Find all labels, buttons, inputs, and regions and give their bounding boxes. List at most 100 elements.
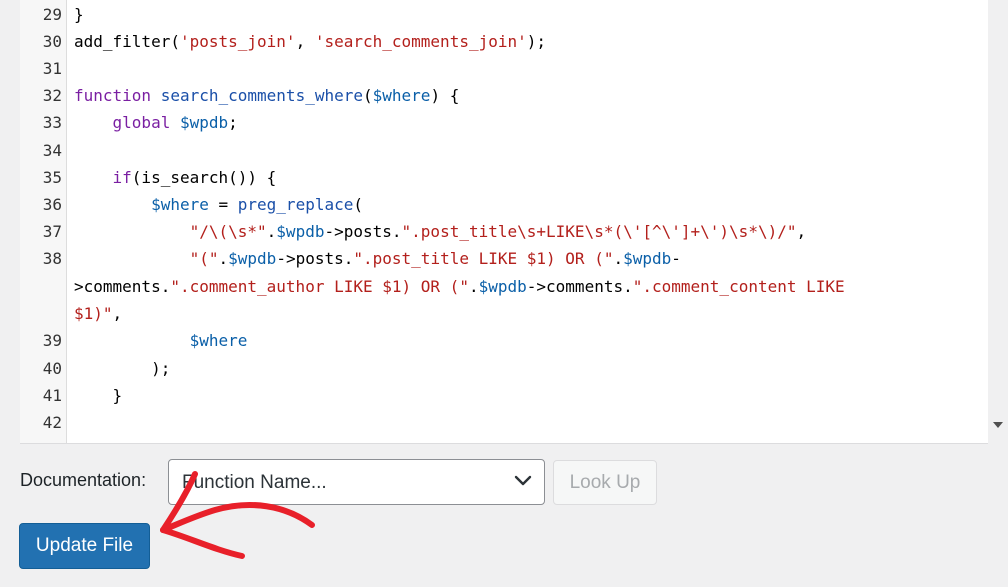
code-text: $where bbox=[74, 328, 248, 354]
code-token: if bbox=[112, 168, 132, 187]
line-number: 38 bbox=[42, 249, 62, 268]
code-line: 29} bbox=[20, 2, 988, 28]
code-token: ( bbox=[363, 86, 373, 105]
code-token: ->comments. bbox=[526, 277, 633, 296]
code-token: $wpdb bbox=[228, 249, 277, 268]
look-up-button[interactable]: Look Up bbox=[553, 460, 657, 505]
code-text: } bbox=[74, 383, 123, 409]
code-token: ) { bbox=[430, 86, 460, 105]
code-token: $wpdb bbox=[478, 277, 527, 296]
code-token: ".comment_author LIKE $1) OR (" bbox=[170, 277, 469, 296]
scroll-down-arrow-icon[interactable] bbox=[993, 422, 1003, 428]
code-line: 39 $where bbox=[20, 328, 988, 354]
code-token: ); bbox=[526, 32, 547, 51]
function-name-select-value: Function Name... bbox=[182, 472, 327, 493]
code-token: ); bbox=[74, 359, 171, 378]
code-line: 38 "(".$wpdb->posts.".post_title LIKE $1… bbox=[20, 246, 988, 272]
line-number: 41 bbox=[42, 386, 62, 405]
code-token: , bbox=[112, 304, 123, 323]
code-token: . bbox=[266, 222, 277, 241]
code-line: 32 function search_comments_where($where)… bbox=[20, 83, 988, 109]
code-line: 42 bbox=[20, 410, 988, 436]
code-text: $1)", bbox=[74, 301, 122, 327]
code-token: $1)" bbox=[74, 304, 113, 323]
line-number: 29 bbox=[42, 5, 62, 24]
code-line: >comments.".comment_author LIKE $1) OR (… bbox=[20, 274, 988, 300]
code-line: 33 global $wpdb; bbox=[20, 110, 988, 136]
code-line: $1)", bbox=[20, 301, 988, 327]
line-number: 33 bbox=[42, 113, 62, 132]
code-token: $where bbox=[372, 86, 431, 105]
code-line: 35 if(is_search()) { bbox=[20, 165, 988, 191]
code-token: preg_replace bbox=[237, 195, 354, 214]
code-text: add_filter('posts_join', 'search_comment… bbox=[74, 29, 546, 55]
code-token: $where bbox=[151, 195, 209, 214]
code-token: (is_search()) { bbox=[131, 168, 277, 187]
code-token: , bbox=[796, 222, 807, 241]
code-editor[interactable]: 29} 30 add_filter('posts_join', 'search_co… bbox=[20, 0, 988, 444]
code-token: $wpdb bbox=[623, 249, 672, 268]
code-token: add_filter( bbox=[74, 32, 180, 51]
code-token: ".post_title\s+LIKE\s*(\'[^\']+\')\s*\)/… bbox=[401, 222, 797, 241]
code-token: global bbox=[112, 113, 171, 132]
code-text: "(".$wpdb->posts.".post_title LIKE $1) O… bbox=[74, 246, 681, 272]
code-line: 31 bbox=[20, 56, 988, 82]
code-token: , bbox=[295, 32, 315, 51]
line-number: 31 bbox=[42, 59, 62, 78]
code-text: >comments.".comment_author LIKE $1) OR (… bbox=[74, 274, 845, 300]
line-number: 42 bbox=[42, 413, 62, 432]
code-token: 'search_comments_join' bbox=[314, 32, 527, 51]
code-token: ; bbox=[228, 113, 238, 132]
code-token: ->posts. bbox=[276, 249, 354, 268]
code-text: if(is_search()) { bbox=[74, 165, 277, 191]
code-token: } bbox=[74, 5, 84, 24]
code-text: function search_comments_where($where) { bbox=[74, 83, 459, 109]
line-number: 39 bbox=[42, 331, 62, 350]
editor-scrollbar[interactable] bbox=[988, 0, 1008, 443]
code-text: $where = preg_replace( bbox=[74, 192, 363, 218]
chevron-down-icon bbox=[514, 475, 532, 486]
line-number: 35 bbox=[42, 168, 62, 187]
code-token: "(" bbox=[189, 249, 219, 268]
code-line: 34 bbox=[20, 138, 988, 164]
code-token: 'posts_join' bbox=[179, 32, 296, 51]
code-token: ".post_title LIKE $1) OR (" bbox=[353, 249, 614, 268]
line-number: 30 bbox=[42, 32, 62, 51]
code-text: global $wpdb; bbox=[74, 110, 238, 136]
update-file-button[interactable]: Update File bbox=[19, 523, 150, 569]
code-line: 40 ); bbox=[20, 356, 988, 382]
code-token: ->posts. bbox=[324, 222, 402, 241]
function-name-select[interactable]: Function Name... bbox=[168, 459, 545, 505]
code-token: = bbox=[208, 195, 238, 214]
code-token: ( bbox=[353, 195, 363, 214]
code-token: "/\(\s*" bbox=[189, 222, 267, 241]
code-token: . bbox=[468, 277, 479, 296]
line-number: 36 bbox=[42, 195, 62, 214]
documentation-label: Documentation: bbox=[20, 470, 147, 490]
code-token: >comments. bbox=[74, 277, 171, 296]
code-token: . bbox=[218, 249, 229, 268]
code-token: $where bbox=[189, 331, 248, 350]
code-line: 41 } bbox=[20, 383, 988, 409]
code-token: function bbox=[74, 86, 152, 105]
line-number: 32 bbox=[42, 86, 62, 105]
code-token: $wpdb bbox=[276, 222, 325, 241]
code-line: 37 "/\(\s*".$wpdb->posts.".post_title\s+… bbox=[20, 219, 988, 245]
code-text: } bbox=[74, 2, 84, 28]
code-token: search_comments_where bbox=[160, 86, 363, 105]
code-token: } bbox=[74, 386, 123, 405]
line-number: 34 bbox=[42, 141, 62, 160]
line-number: 37 bbox=[42, 222, 62, 241]
code-text: ); bbox=[74, 356, 170, 382]
code-token: . bbox=[613, 249, 624, 268]
line-number: 40 bbox=[42, 359, 62, 378]
code-line: 36 $where = preg_replace( bbox=[20, 192, 988, 218]
code-token: ".comment_content LIKE bbox=[632, 277, 845, 296]
